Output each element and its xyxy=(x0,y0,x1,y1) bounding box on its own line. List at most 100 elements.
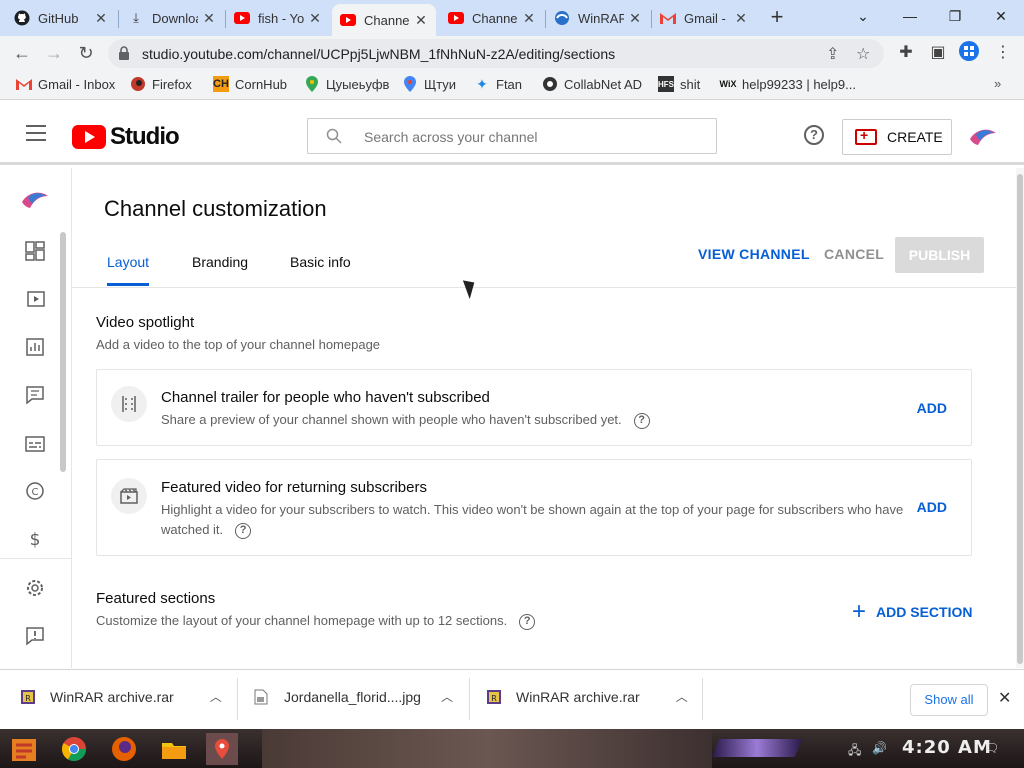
close-icon[interactable]: ✕ xyxy=(414,12,428,29)
download-item[interactable]: Jordanella_florid....jpg ︿ xyxy=(254,688,453,705)
browser-tab[interactable]: WinRAR ✕ xyxy=(546,4,650,32)
firefox-icon[interactable] xyxy=(108,733,140,765)
browser-tab[interactable]: Gmail - ✕ xyxy=(652,4,756,32)
browser-tab-active[interactable]: Channel ✕ xyxy=(332,4,436,36)
chevron-up-icon[interactable]: ︿ xyxy=(210,688,222,705)
notification-icon[interactable]: 🗨 xyxy=(984,741,999,755)
close-icon[interactable]: ✕ xyxy=(308,10,322,27)
bookmark-label: Gmail - Inbox xyxy=(38,76,116,92)
bookmark-item[interactable]: WiX help99233 | help9... xyxy=(720,76,856,92)
chrome-icon[interactable] xyxy=(58,733,90,765)
share-icon[interactable]: ⇪ xyxy=(826,44,839,64)
close-icon[interactable]: ✕ xyxy=(202,10,216,27)
bookmark-star-icon[interactable]: ☆ xyxy=(856,44,870,64)
minimize-button[interactable]: — xyxy=(896,4,924,28)
main-scrollbar[interactable] xyxy=(1016,168,1024,668)
tab-layout[interactable]: Layout xyxy=(107,254,150,286)
show-all-downloads-button[interactable]: Show all xyxy=(910,684,988,716)
create-button[interactable]: CREATE xyxy=(842,119,952,155)
section-subtitle: Customize the layout of your channel hom… xyxy=(96,613,536,630)
chevron-up-icon[interactable]: ︿ xyxy=(441,688,453,705)
close-icon[interactable]: ✕ xyxy=(734,10,748,27)
copyright-icon[interactable]: C xyxy=(24,481,46,503)
help-icon[interactable]: ? xyxy=(804,125,824,145)
studio-logo[interactable]: Studio xyxy=(72,123,180,151)
channel-avatar[interactable] xyxy=(18,184,50,216)
bookmark-item[interactable]: Firefox xyxy=(130,76,192,92)
tab-basic-info[interactable]: Basic info xyxy=(290,254,351,286)
subtitles-icon[interactable] xyxy=(24,434,46,456)
firefox-icon xyxy=(130,76,146,92)
bookmark-item[interactable]: Gmail - Inbox xyxy=(16,76,115,92)
tab-search-icon[interactable]: ⌄ xyxy=(849,4,877,28)
browser-tab[interactable]: Channel ✕ xyxy=(440,4,544,32)
maps-pin-icon[interactable] xyxy=(206,733,238,765)
cancel-button[interactable]: CANCEL xyxy=(824,246,884,262)
search-input[interactable]: Search across your channel xyxy=(364,129,538,145)
bookmark-item[interactable]: CollabNet AD xyxy=(542,76,642,92)
hamburger-menu-icon[interactable] xyxy=(26,125,46,141)
analytics-icon[interactable] xyxy=(24,337,46,359)
address-bar[interactable]: studio.youtube.com/channel/UCPpj5LjwNBM_… xyxy=(108,39,884,68)
download-item[interactable]: R WinRAR archive.rar ︿ xyxy=(486,688,688,705)
close-icon[interactable]: ✕ xyxy=(522,10,536,27)
search-box[interactable]: Search across your channel xyxy=(307,118,717,154)
section-title: Featured sections xyxy=(96,590,216,607)
bookmark-item[interactable]: HFS shit xyxy=(658,76,700,92)
content-icon[interactable] xyxy=(24,289,46,311)
back-button[interactable]: ← xyxy=(10,41,34,65)
close-icon[interactable]: ✕ xyxy=(94,10,108,27)
create-label: CREATE xyxy=(887,129,943,145)
browser-tab[interactable]: fish - YouTube ✕ xyxy=(226,4,330,32)
add-trailer-button[interactable]: ADD xyxy=(917,400,947,416)
close-icon[interactable]: ✕ xyxy=(998,688,1011,708)
start-button-icon[interactable] xyxy=(8,733,40,765)
tab-branding[interactable]: Branding xyxy=(192,254,248,286)
browser-tab[interactable]: ⤓ Downloads ✕ xyxy=(120,4,224,32)
close-icon[interactable]: ✕ xyxy=(628,10,642,27)
menu-kebab-icon[interactable]: ⋮ xyxy=(992,42,1014,62)
bookmark-item[interactable]: CH CornHub xyxy=(213,76,287,92)
help-icon[interactable]: ? xyxy=(633,412,650,429)
close-window-button[interactable]: ✕ xyxy=(987,4,1015,28)
help-icon[interactable]: ? xyxy=(235,522,252,539)
reload-button[interactable]: ↻ xyxy=(74,41,98,65)
bookmark-item[interactable]: Щтуи xyxy=(402,76,456,92)
settings-gear-icon[interactable] xyxy=(24,578,46,600)
youtube-icon xyxy=(340,12,356,28)
add-section-button[interactable]: + ADD SECTION xyxy=(852,598,973,625)
avatar[interactable] xyxy=(966,121,998,153)
file-explorer-icon[interactable] xyxy=(158,733,190,765)
lock-icon xyxy=(119,46,129,60)
maximize-button[interactable]: ❐ xyxy=(941,4,969,28)
browser-tab[interactable]: GitHub ✕ xyxy=(6,4,116,32)
volume-icon[interactable]: 🔊 xyxy=(872,741,887,755)
download-separator xyxy=(237,678,238,720)
download-item[interactable]: R WinRAR archive.rar ︿ xyxy=(20,688,222,705)
forward-button[interactable]: → xyxy=(42,41,66,65)
comments-icon[interactable] xyxy=(24,385,46,407)
dashboard-icon[interactable] xyxy=(24,241,46,263)
extensions-icon[interactable]: ✚ xyxy=(895,42,917,62)
sidepanel-icon[interactable]: ▣ xyxy=(927,42,949,62)
chevron-up-icon[interactable]: ︿ xyxy=(676,688,688,705)
more-bookmarks-icon[interactable]: » xyxy=(994,76,1001,91)
publish-button[interactable]: PUBLISH xyxy=(895,237,984,273)
clock[interactable]: 4:20 AM xyxy=(902,737,992,758)
profile-icon[interactable] xyxy=(958,40,980,67)
download-icon: ⤓ xyxy=(133,10,139,25)
network-icon[interactable]: 🖧 xyxy=(848,741,861,762)
view-channel-button[interactable]: VIEW CHANNEL xyxy=(698,246,810,262)
clapperboard-icon xyxy=(111,478,147,514)
feedback-icon[interactable] xyxy=(24,626,46,648)
monetization-icon[interactable]: $ xyxy=(24,529,46,551)
add-featured-video-button[interactable]: ADD xyxy=(917,499,947,515)
bookmark-item[interactable]: ✦ Ftan xyxy=(474,76,522,92)
add-section-label: ADD SECTION xyxy=(876,604,973,620)
new-tab-button[interactable]: + xyxy=(763,5,791,31)
help-icon[interactable]: ? xyxy=(519,613,536,630)
rail-scrollbar[interactable] xyxy=(60,232,66,472)
bookmark-item[interactable]: Цуыеьуфв xyxy=(304,76,389,92)
plus-icon: + xyxy=(852,598,867,625)
main-content: Channel customization Layout Branding Ba… xyxy=(72,168,1016,668)
